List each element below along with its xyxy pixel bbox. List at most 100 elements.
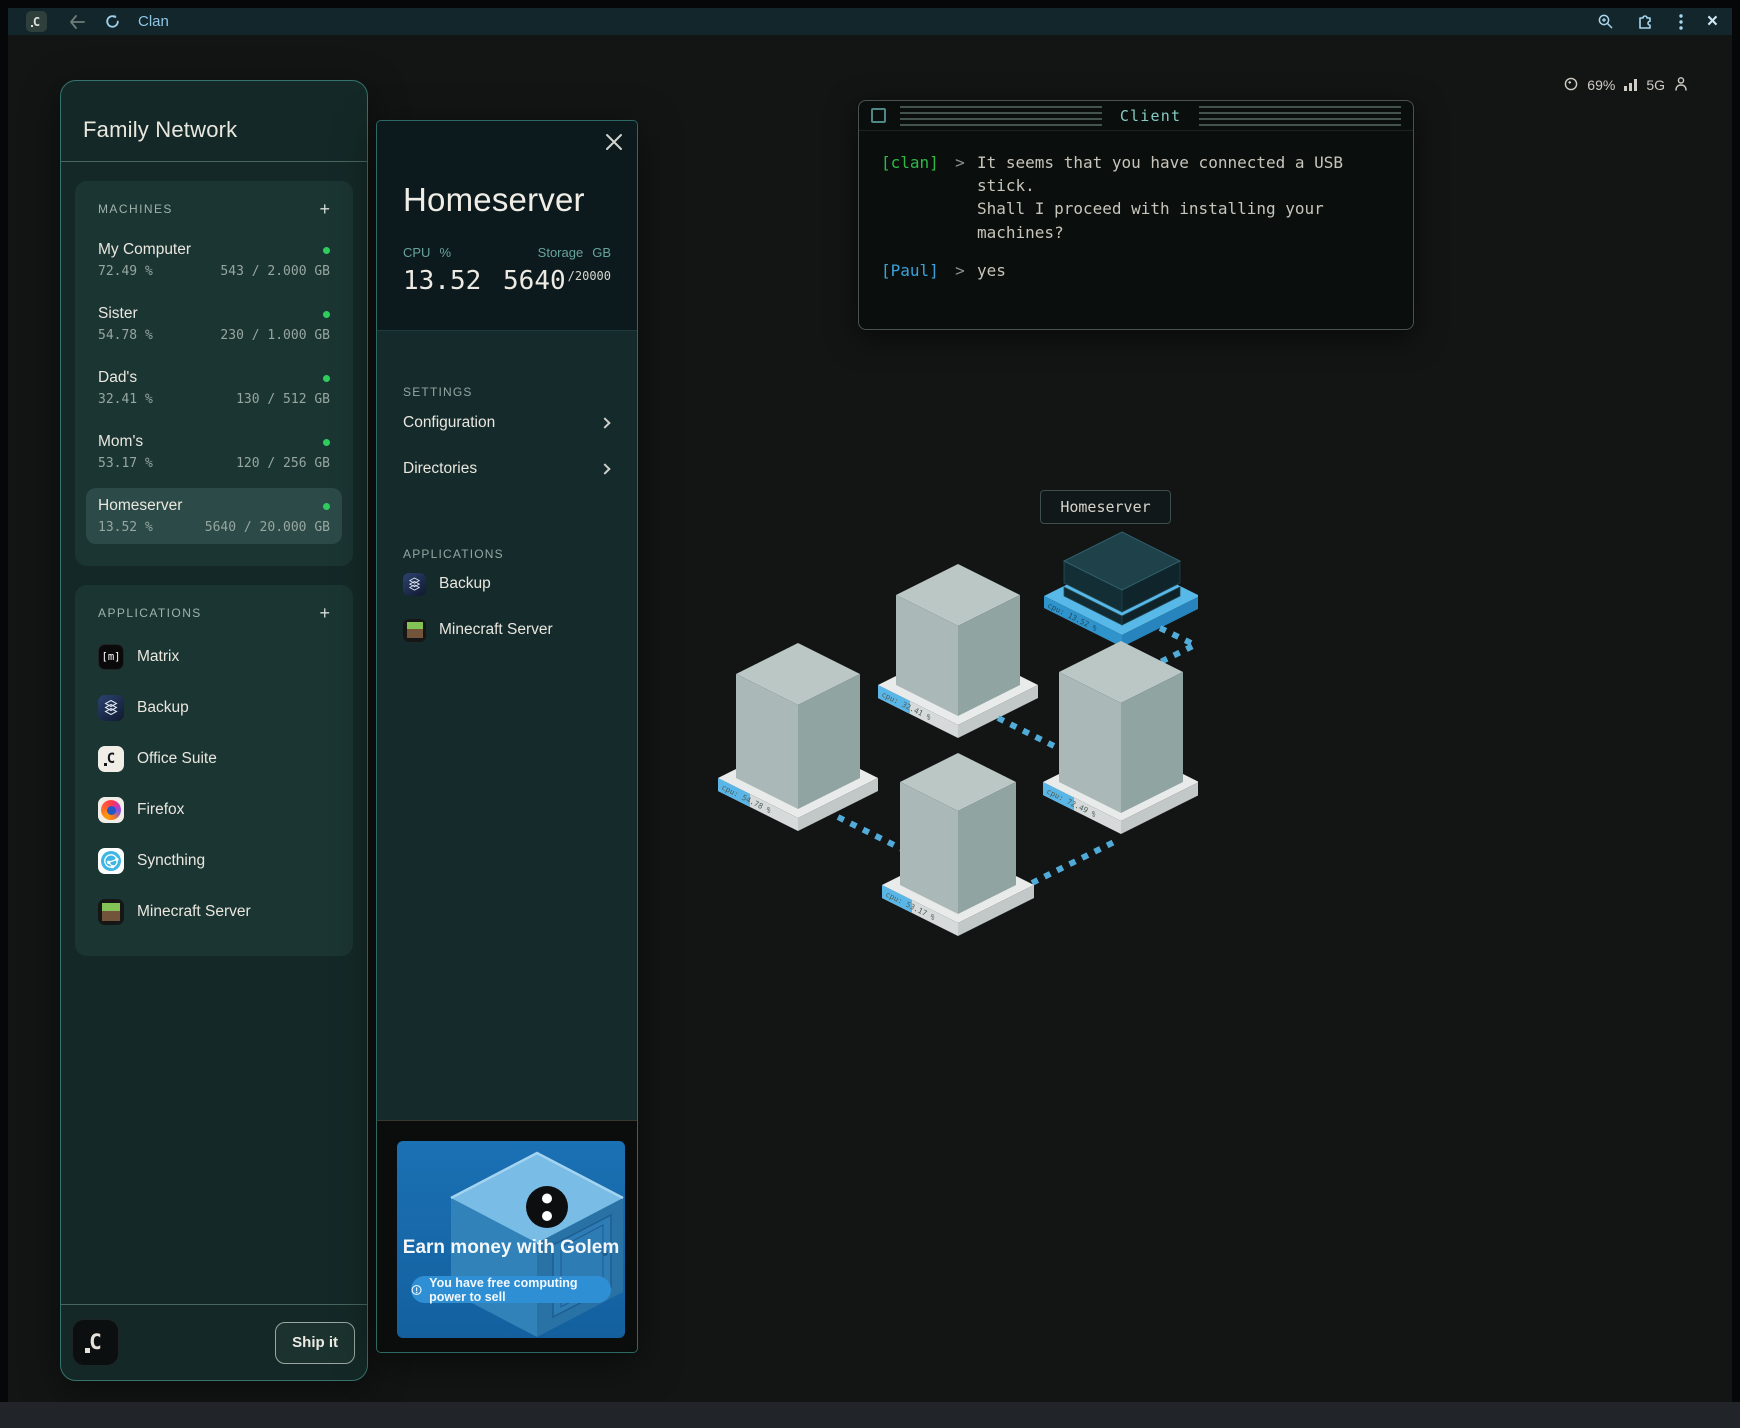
terminal-message: [clan] > It seems that you have connecte… <box>881 151 1389 244</box>
app-label: Firefox <box>137 801 184 819</box>
refresh-icon[interactable] <box>105 14 120 29</box>
close-panel-icon[interactable] <box>603 131 625 153</box>
add-machine-button[interactable]: + <box>319 200 330 218</box>
app-row-backup[interactable]: Backup <box>86 687 342 729</box>
machine-node-sister[interactable]: cpu: 54.78 % <box>718 643 878 831</box>
app-window: C Clan × 69% 5G <box>8 8 1732 1402</box>
client-terminal-window: Client [clan] > It seems that you have c… <box>858 100 1414 330</box>
terminal-body: [clan] > It seems that you have connecte… <box>859 131 1413 282</box>
machine-row-moms[interactable]: Mom's 53.17 % 120 / 256 GB <box>86 424 342 480</box>
window-edge <box>0 1402 1740 1428</box>
app-row-minecraft-server[interactable]: Minecraft Server <box>86 891 342 933</box>
battery-percent: 69% <box>1587 77 1615 93</box>
prompt-arrow: > <box>943 151 977 244</box>
applications-header: APPLICATIONS <box>98 606 202 620</box>
app-row-firefox[interactable]: Firefox <box>86 789 342 831</box>
machine-cpu: 72.49 % <box>98 264 153 279</box>
detail-app-minecraft-server[interactable]: Minecraft Server <box>403 607 611 653</box>
extensions-icon[interactable] <box>1637 13 1655 30</box>
family-network-panel: Family Network MACHINES + My Computer 72… <box>60 80 368 1381</box>
machine-name: Dad's <box>98 369 137 387</box>
machine-storage: 120 / 256 GB <box>236 456 330 471</box>
terminal-title: Client <box>1120 107 1181 125</box>
machine-node-dads[interactable]: cpu: 32.41 % <box>878 564 1038 738</box>
backup-icon <box>98 695 124 721</box>
detail-header: Homeserver CPU% 13.52 StorageGB 5640/200… <box>377 121 637 331</box>
online-dot <box>323 247 330 254</box>
machine-row-homeserver-selected[interactable]: Homeserver 13.52 % 5640 / 20.000 GB <box>86 488 342 544</box>
info-icon <box>411 1283 422 1297</box>
app-row-syncthing[interactable]: Syncthing <box>86 840 342 882</box>
speaker-paul: [Paul] <box>881 259 943 282</box>
backup-icon <box>403 573 426 596</box>
cpu-meter: CPU% 13.52 <box>403 245 481 296</box>
machines-header: MACHINES <box>98 202 173 216</box>
machine-detail-panel: Homeserver CPU% 13.52 StorageGB 5640/200… <box>376 120 638 1353</box>
prompt-arrow: > <box>943 259 977 282</box>
back-icon[interactable] <box>69 15 85 29</box>
minecraft-icon <box>98 899 124 925</box>
settings-item-directories[interactable]: Directories <box>403 447 611 491</box>
sidebar-footer: C Ship it <box>61 1304 367 1380</box>
machine-cpu: 13.52 % <box>98 520 153 535</box>
machine-name: Mom's <box>98 433 143 451</box>
online-dot <box>323 311 330 318</box>
clan-logo-glyph: C <box>33 16 40 28</box>
terminal-titlebar[interactable]: Client <box>859 101 1413 131</box>
cpu-value: 13.52 <box>403 266 481 296</box>
machine-storage: 130 / 512 GB <box>236 392 330 407</box>
settings-header: SETTINGS <box>403 385 611 399</box>
homeserver-tooltip: Homeserver <box>1040 490 1171 524</box>
machine-storage: 543 / 2.000 GB <box>220 264 330 279</box>
machine-node-my-computer[interactable]: cpu: 72.49 % <box>1043 641 1198 834</box>
add-application-button[interactable]: + <box>319 604 330 622</box>
minecraft-icon <box>403 619 426 642</box>
machine-storage: 5640 / 20.000 GB <box>205 520 330 535</box>
office-suite-icon: C <box>98 746 124 772</box>
signal-bars-icon <box>1624 79 1637 91</box>
storage-value: 5640/20000 <box>503 266 611 296</box>
zoom-icon[interactable] <box>1598 14 1613 29</box>
speaker-clan: [clan] <box>881 151 943 244</box>
clan-logo-icon: C <box>26 11 47 32</box>
machine-cpu: 53.17 % <box>98 456 153 471</box>
app-label: Minecraft Server <box>137 903 251 921</box>
network-visualization: cpu: 13.52 % cpu: 32.41 % <box>698 478 1198 948</box>
chevron-right-icon <box>599 417 610 428</box>
status-tray: 69% 5G <box>1564 76 1688 94</box>
battery-icon <box>1564 77 1578 94</box>
machine-row-dads[interactable]: Dad's 32.41 % 130 / 512 GB <box>86 360 342 416</box>
app-row-office-suite[interactable]: C Office Suite <box>86 738 342 780</box>
settings-item-configuration[interactable]: Configuration <box>403 401 611 445</box>
terminal-checkbox-icon[interactable] <box>871 108 886 123</box>
detail-app-backup[interactable]: Backup <box>403 561 611 607</box>
browser-topbar: C Clan × <box>8 8 1732 35</box>
storage-total: /20000 <box>568 269 611 283</box>
applications-card: APPLICATIONS + [m] Matrix Backup C Offic… <box>75 585 353 956</box>
ship-it-button[interactable]: Ship it <box>275 1322 355 1364</box>
titlebar-stripes <box>900 106 1102 126</box>
panel-title: Family Network <box>61 81 367 161</box>
machine-cpu: 32.41 % <box>98 392 153 407</box>
online-dot <box>323 375 330 382</box>
message-text: yes <box>977 259 1369 282</box>
message-text: It seems that you have connected a USB s… <box>977 151 1369 244</box>
machine-node-homeserver[interactable]: cpu: 13.52 % <box>1044 532 1198 647</box>
profile-icon[interactable] <box>1674 76 1688 94</box>
machine-row-my-computer[interactable]: My Computer 72.49 %543 / 2.000 GB <box>86 232 342 288</box>
machine-name: Homeserver <box>98 497 182 515</box>
golem-promo-banner[interactable]: Earn money with Golem You have free comp… <box>397 1141 625 1338</box>
app-row-matrix[interactable]: [m] Matrix <box>86 636 342 678</box>
detail-body: SETTINGS Configuration Directories APPLI… <box>377 331 637 1120</box>
machine-row-sister[interactable]: Sister 54.78 %230 / 1.000 GB <box>86 296 342 352</box>
matrix-icon: [m] <box>98 644 124 670</box>
machines-card: MACHINES + My Computer 72.49 %543 / 2.00… <box>75 181 353 566</box>
syncthing-icon <box>98 848 124 874</box>
machine-node-moms[interactable]: cpu: 53.17 % <box>882 753 1034 936</box>
menu-kebab-icon[interactable] <box>1679 14 1683 30</box>
close-window-icon[interactable]: × <box>1707 12 1718 31</box>
detail-applications-header: APPLICATIONS <box>403 547 611 561</box>
app-label: Syncthing <box>137 852 205 870</box>
storage-meter: StorageGB 5640/20000 <box>503 245 611 296</box>
detail-title: Homeserver <box>403 181 611 219</box>
